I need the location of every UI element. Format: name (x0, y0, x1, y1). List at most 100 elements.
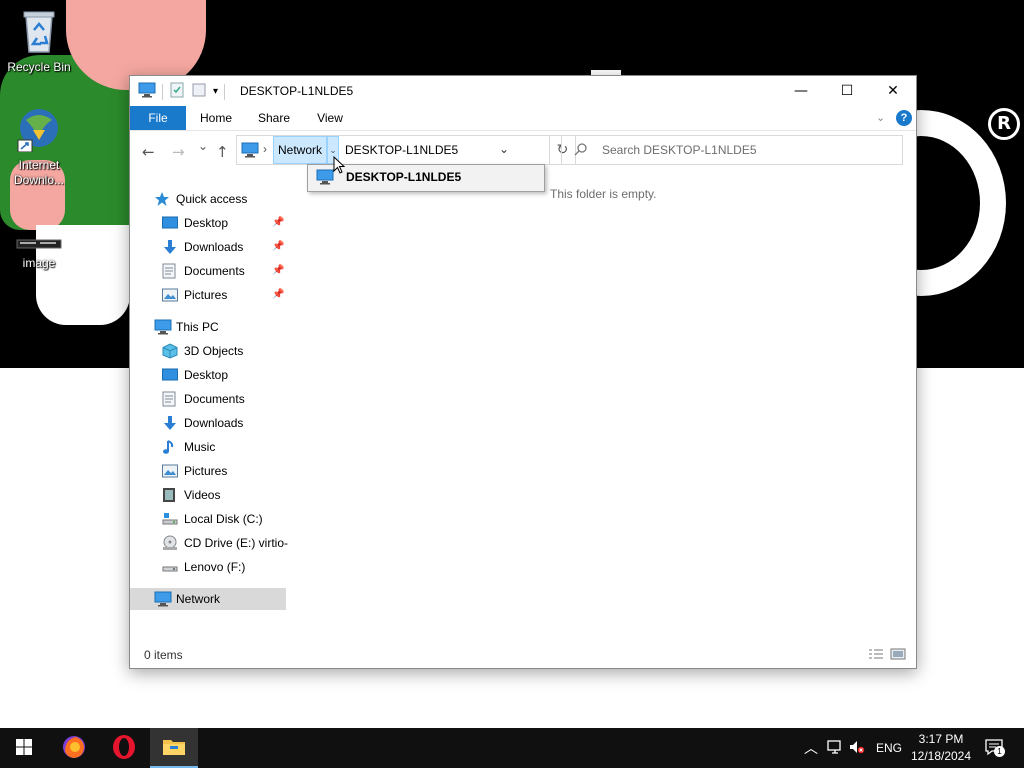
customize-toolbar-icon[interactable]: ▾ (213, 86, 218, 97)
nav-music[interactable]: Music (162, 436, 286, 458)
tab-view[interactable]: View (308, 106, 352, 130)
details-view-icon[interactable] (868, 648, 884, 663)
back-button[interactable]: ← (142, 143, 155, 161)
nav-cd-drive-e[interactable]: CD Drive (E:) virtio- (162, 532, 288, 554)
up-button[interactable]: ↑ (216, 143, 229, 161)
3d-objects-icon (162, 343, 178, 366)
nav-this-pc[interactable]: This PC (154, 316, 284, 338)
nav-pc-desktop[interactable]: Desktop (162, 364, 286, 386)
mouse-cursor-icon (333, 155, 346, 177)
desktop-icon (162, 215, 178, 237)
quick-access-toolbar: ▾ (138, 82, 226, 101)
title-bar[interactable]: ▾ DESKTOP-L1NLDE5 — ☐ ✕ (130, 76, 916, 106)
nav-network[interactable]: Network (130, 588, 286, 610)
pin-icon[interactable]: 📌 (272, 284, 284, 306)
expand-ribbon-icon[interactable]: ⌄ (876, 111, 885, 124)
desktop-icon-image[interactable]: image (1, 236, 77, 270)
nav-quick-downloads[interactable]: Downloads 📌 (162, 236, 286, 258)
menu-item-desktop-l1nlde5[interactable]: DESKTOP-L1NLDE5 (346, 170, 461, 184)
nav-pc-downloads[interactable]: Downloads (162, 412, 286, 434)
nav-label: Quick access (176, 192, 248, 206)
show-hidden-icons-button[interactable]: ︿ (804, 728, 818, 768)
recycle-bin-icon (1, 8, 77, 57)
recent-locations-button[interactable]: ⌄ (198, 139, 208, 153)
network-status-button[interactable] (826, 728, 844, 768)
start-button[interactable] (0, 728, 48, 768)
nav-label: 3D Objects (184, 344, 244, 358)
search-box[interactable]: Search DESKTOP-L1NLDE5 (561, 135, 903, 165)
nav-quick-documents[interactable]: Documents 📌 (162, 260, 286, 282)
internet-download-manager-icon (1, 106, 77, 155)
forward-button[interactable]: → (172, 143, 185, 161)
desktop-icon-recycle-bin[interactable]: Recycle Bin (1, 8, 77, 74)
nav-3d-objects[interactable]: 3D Objects (162, 340, 286, 362)
clock-time: 3:17 PM (918, 732, 964, 746)
clock[interactable]: 3:17 PM 12/18/2024 (906, 731, 976, 765)
view-switcher (868, 648, 906, 663)
network-tray-icon (826, 739, 844, 758)
nav-local-disk-c[interactable]: Local Disk (C:) (162, 508, 286, 530)
ribbon: File Home Share View ⌄ ? (130, 106, 916, 131)
breadcrumb-computer[interactable]: DESKTOP-L1NLDE5 (345, 143, 458, 157)
document-icon (162, 391, 176, 414)
search-input[interactable]: Search DESKTOP-L1NLDE5 (602, 143, 757, 157)
pin-icon[interactable]: 📌 (272, 260, 284, 282)
nav-label: Lenovo (F:) (184, 560, 246, 574)
divider (224, 83, 226, 100)
nav-lenovo-f[interactable]: Lenovo (F:) (162, 556, 286, 578)
tab-file[interactable]: File (130, 106, 186, 130)
nav-label: Videos (184, 488, 221, 502)
network-icon (154, 591, 172, 614)
nav-label: Local Disk (C:) (184, 512, 263, 526)
nav-pc-documents[interactable]: Documents (162, 388, 286, 410)
star-icon (154, 191, 170, 214)
tab-share[interactable]: Share (252, 106, 296, 130)
nav-label: Pictures (184, 288, 228, 302)
taskbar-opera[interactable] (100, 728, 148, 768)
nav-label: Documents (184, 264, 245, 278)
nav-videos[interactable]: Videos (162, 484, 286, 506)
nav-quick-desktop[interactable]: Desktop 📌 (162, 212, 286, 234)
nav-label: CD Drive (E:) virtio- (184, 536, 288, 550)
help-icon[interactable]: ? (896, 110, 912, 126)
notification-center-button[interactable]: 1 (984, 728, 1005, 768)
search-icon (574, 142, 588, 159)
address-dropdown-icon[interactable]: ⌄ (499, 142, 509, 156)
new-folder-icon[interactable] (191, 82, 207, 101)
taskbar-file-explorer[interactable] (150, 728, 198, 768)
minimize-button[interactable]: — (778, 76, 824, 106)
firefox-icon (61, 734, 87, 763)
address-bar[interactable]: › Network ⌄ DESKTOP-L1NLDE5 ⌄ (236, 135, 550, 165)
nav-pc-pictures[interactable]: Pictures (162, 460, 286, 482)
taskbar-firefox[interactable] (50, 728, 98, 768)
nav-quick-access[interactable]: Quick access (154, 188, 284, 210)
desktop-icon-label: Recycle Bin (7, 60, 71, 74)
pin-icon[interactable]: 📌 (272, 212, 284, 234)
language-indicator[interactable]: ENG (876, 728, 902, 768)
tab-home[interactable]: Home (194, 106, 238, 130)
pictures-icon (162, 287, 178, 309)
empty-folder-message: This folder is empty. (550, 187, 657, 201)
desktop-icon-label: image (22, 256, 56, 270)
pin-icon[interactable]: 📌 (272, 236, 284, 258)
nav-quick-pictures[interactable]: Pictures 📌 (162, 284, 286, 306)
volume-button[interactable] (848, 728, 866, 768)
nav-label: Pictures (184, 464, 228, 478)
breadcrumb-network[interactable]: Network (273, 136, 327, 164)
nav-label: Downloads (184, 416, 244, 430)
this-pc-icon (241, 142, 259, 161)
maximize-button[interactable]: ☐ (824, 76, 870, 106)
large-icons-view-icon[interactable] (890, 648, 906, 663)
desktop-icon-internet-download-manager[interactable]: Internet Downlo... (1, 106, 77, 188)
breadcrumb-separator-icon[interactable]: › (263, 142, 267, 156)
desktop-icon-label: Internet Downlo... (13, 158, 65, 187)
properties-icon[interactable] (169, 82, 185, 101)
clock-date: 12/18/2024 (910, 749, 972, 763)
status-item-count: 0 items (144, 648, 183, 662)
file-explorer-window: ▾ DESKTOP-L1NLDE5 — ☐ ✕ File Home Share … (129, 75, 917, 669)
cd-drive-icon (162, 535, 178, 554)
computer-icon (316, 169, 334, 188)
close-button[interactable]: ✕ (870, 76, 916, 106)
usb-drive-icon (162, 559, 178, 581)
wallpaper-registered-mark: R (988, 108, 1020, 140)
